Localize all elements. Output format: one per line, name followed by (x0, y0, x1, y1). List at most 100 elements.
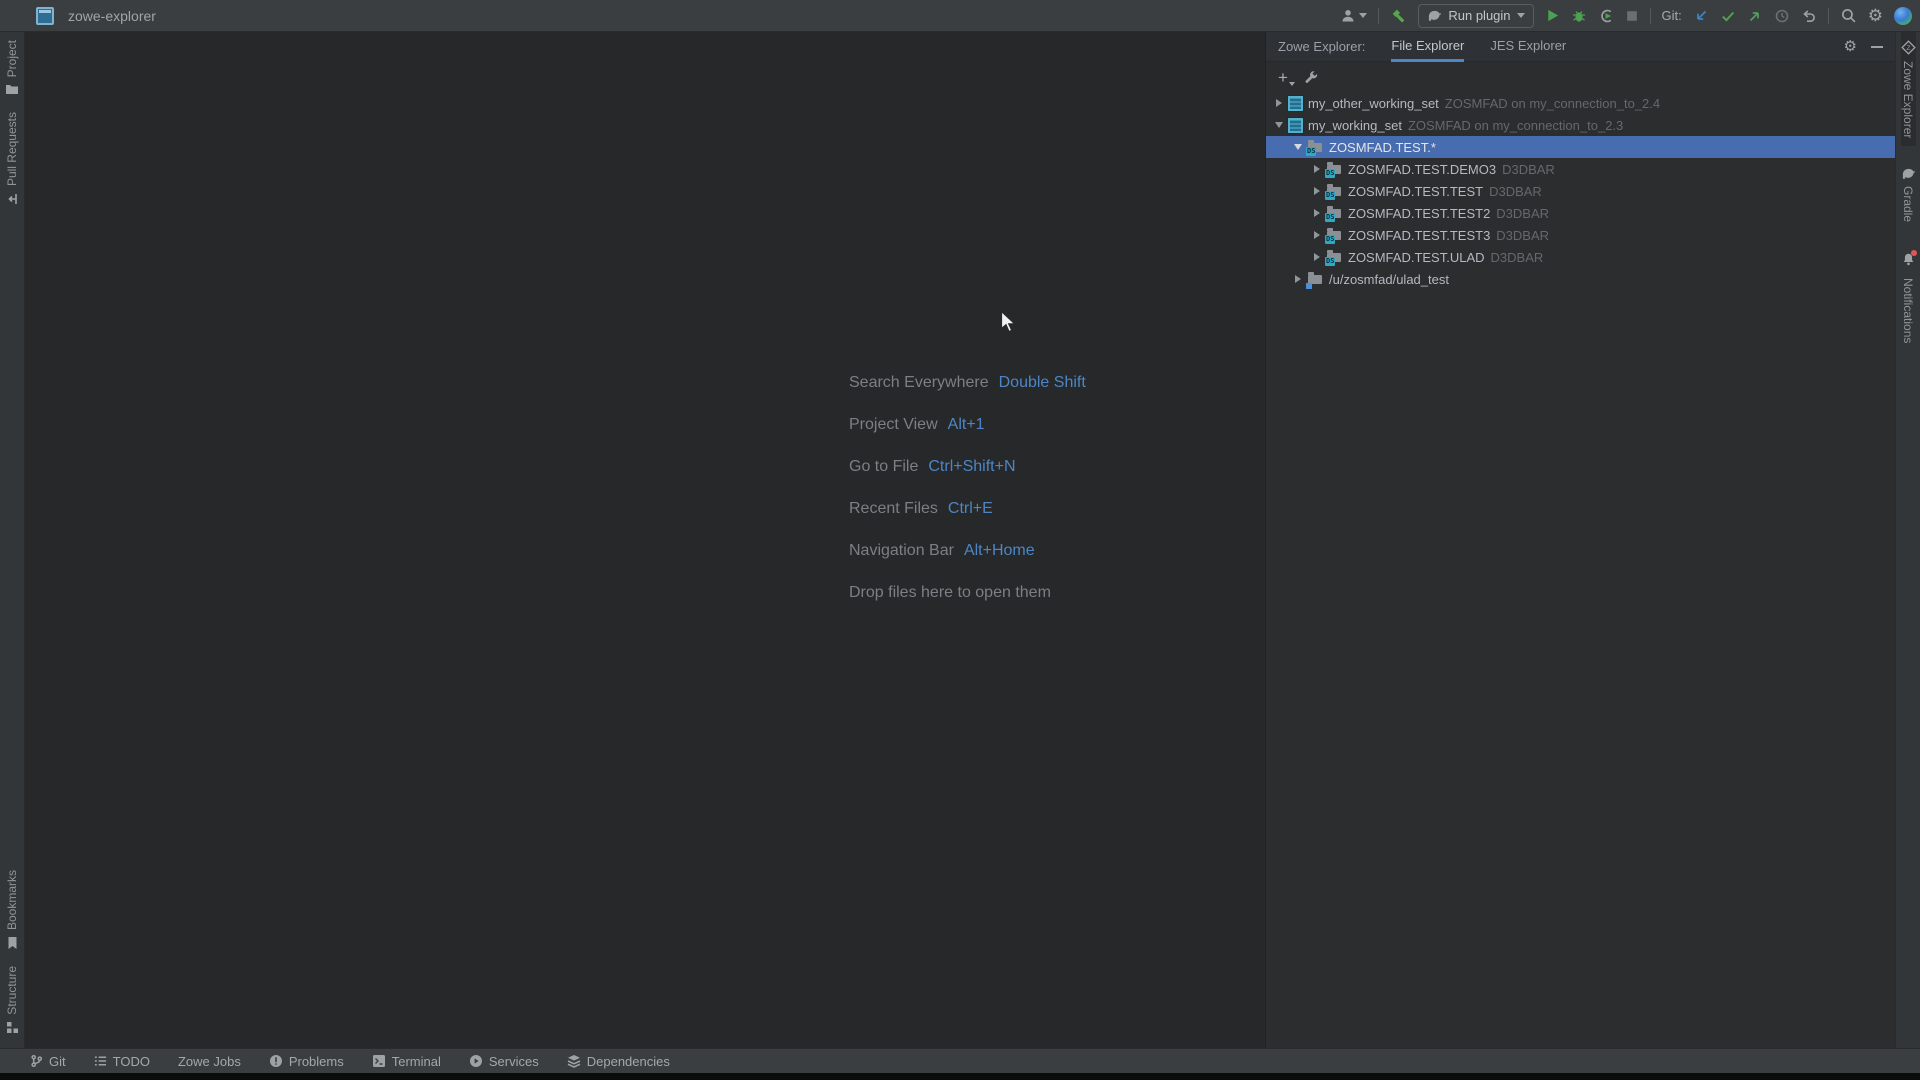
statusbar-item-git[interactable]: Git (30, 1054, 66, 1069)
hammer-icon (1390, 7, 1407, 24)
sidebar-item-structure[interactable]: Structure (5, 958, 19, 1042)
profile-avatar[interactable] (1894, 7, 1912, 25)
tree-item-dataset-mask[interactable]: DS ZOSMFAD.TEST.* (1266, 136, 1895, 158)
hide-tool-window-button[interactable] (1871, 46, 1883, 48)
sidebar-item-project[interactable]: Project (5, 32, 19, 104)
dataset-icon: DS (1326, 249, 1343, 265)
tab-file-explorer[interactable]: File Explorer (1391, 32, 1464, 62)
uss-folder-icon (1307, 271, 1324, 287)
statusbar-label: Git (49, 1054, 66, 1069)
git-update-button[interactable] (1693, 8, 1709, 24)
wrench-icon[interactable] (1304, 70, 1319, 85)
tree-item-detail: D3DBAR (1491, 250, 1544, 265)
push-arrow-icon (1747, 8, 1763, 24)
shortcut-hints: Search Everywhere Double Shift Project V… (849, 374, 1086, 604)
chevron-right-icon[interactable] (1311, 187, 1323, 195)
structure-tab-label: Structure (5, 966, 19, 1015)
chevron-right-icon[interactable] (1311, 231, 1323, 239)
tree-item-dataset[interactable]: DS ZOSMFAD.TEST.TEST D3DBAR (1266, 180, 1895, 202)
chevron-right-icon[interactable] (1292, 275, 1304, 283)
git-commit-button[interactable] (1720, 8, 1736, 24)
tree-item-name: ZOSMFAD.TEST.ULAD (1348, 250, 1485, 265)
tool-window-settings-button[interactable]: ⚙ (1844, 39, 1857, 54)
tree-item-detail: D3DBAR (1496, 206, 1549, 221)
tree-item-detail: D3DBAR (1489, 184, 1542, 199)
statusbar-item-zowe-jobs[interactable]: Zowe Jobs (178, 1054, 241, 1069)
sidebar-item-zowe-explorer[interactable]: Z Zowe Explorer (1901, 32, 1916, 146)
statusbar-item-dependencies[interactable]: Dependencies (567, 1054, 670, 1069)
tree-item-dataset[interactable]: DS ZOSMFAD.TEST.TEST2 D3DBAR (1266, 202, 1895, 224)
sidebar-item-pull-requests[interactable]: Pull Requests (5, 104, 19, 214)
tree-item-dataset[interactable]: DS ZOSMFAD.TEST.TEST3 D3DBAR (1266, 224, 1895, 246)
file-explorer-tree: my_other_working_set ZOSMFAD on my_conne… (1266, 92, 1895, 290)
tree-item-name: ZOSMFAD.TEST.* (1329, 140, 1436, 155)
commit-check-icon (1720, 8, 1736, 24)
statusbar-label: Terminal (392, 1054, 441, 1069)
tab-jes-explorer[interactable]: JES Explorer (1490, 32, 1566, 62)
tree-item-working-set[interactable]: my_other_working_set ZOSMFAD on my_conne… (1266, 92, 1895, 114)
ide-window: zowe-explorer Run plugin (0, 0, 1920, 1080)
structure-icon (6, 1021, 19, 1034)
tree-item-detail: ZOSMFAD on my_connection_to_2.3 (1408, 118, 1623, 133)
drop-hint-label: Drop files here to open them (849, 584, 1051, 604)
run-button[interactable] (1545, 8, 1560, 23)
search-everywhere-button[interactable] (1840, 7, 1857, 24)
statusbar-item-problems[interactable]: Problems (269, 1054, 344, 1069)
dataset-icon: DS (1326, 161, 1343, 177)
settings-button[interactable]: ⚙ (1868, 7, 1883, 24)
bell-badge (1901, 252, 1916, 272)
toolbar-separator (1378, 8, 1379, 24)
notification-dot (1911, 250, 1917, 256)
tree-item-name: ZOSMFAD.TEST.TEST3 (1348, 228, 1490, 243)
pull-request-icon (5, 192, 19, 206)
right-tool-stripe: Z Zowe Explorer Gradle Notifications (1895, 32, 1920, 1048)
git-branch-icon (30, 1054, 43, 1068)
notifications-tab-label: Notifications (1901, 278, 1915, 343)
dataset-icon: DS (1307, 139, 1324, 155)
history-button[interactable] (1774, 8, 1790, 24)
git-push-button[interactable] (1747, 8, 1763, 24)
add-profile-button[interactable]: + (1278, 69, 1288, 86)
chevron-down-icon[interactable] (1273, 122, 1285, 128)
profiler-button[interactable] (1598, 8, 1614, 24)
sidebar-item-bookmarks[interactable]: Bookmarks (5, 862, 19, 958)
tree-item-name: my_other_working_set (1308, 96, 1439, 111)
stop-button[interactable] (1625, 9, 1639, 23)
bug-icon (1571, 8, 1587, 24)
todo-list-icon (94, 1055, 107, 1067)
folder-icon (5, 83, 19, 96)
tree-item-name: ZOSMFAD.TEST.TEST2 (1348, 206, 1490, 221)
sidebar-item-gradle[interactable]: Gradle (1901, 160, 1916, 230)
chevron-right-icon[interactable] (1311, 253, 1323, 261)
statusbar-item-terminal[interactable]: Terminal (372, 1054, 441, 1069)
hint-shortcut: Alt+1 (948, 416, 985, 436)
chevron-right-icon[interactable] (1311, 165, 1323, 173)
chevron-right-icon[interactable] (1273, 99, 1285, 107)
status-bar: Git TODO Zowe Jobs Problems Terminal (0, 1048, 1920, 1073)
tree-item-working-set[interactable]: my_working_set ZOSMFAD on my_connection_… (1266, 114, 1895, 136)
chevron-down-icon (1359, 13, 1367, 18)
build-project-button[interactable] (1390, 7, 1407, 24)
run-configuration-select[interactable]: Run plugin (1418, 4, 1533, 28)
tree-item-detail: D3DBAR (1496, 228, 1549, 243)
hint-navigation-bar: Navigation Bar Alt+Home (849, 542, 1086, 562)
working-set-icon (1288, 96, 1303, 111)
bottom-edge (0, 1073, 1920, 1080)
hint-label: Project View (849, 416, 938, 436)
rollback-button[interactable] (1801, 8, 1817, 24)
chevron-down-icon[interactable] (1292, 144, 1304, 150)
hint-go-to-file: Go to File Ctrl+Shift+N (849, 458, 1086, 478)
chevron-right-icon[interactable] (1311, 209, 1323, 217)
zowe-explorer-tab-label: Zowe Explorer (1901, 61, 1915, 138)
tree-item-dataset[interactable]: DS ZOSMFAD.TEST.ULAD D3DBAR (1266, 246, 1895, 268)
tree-item-name: ZOSMFAD.TEST.DEMO3 (1348, 162, 1496, 177)
statusbar-item-todo[interactable]: TODO (94, 1054, 150, 1069)
project-tab-label: Project (5, 40, 19, 77)
tree-item-uss-folder[interactable]: /u/zosmfad/ulad_test (1266, 268, 1895, 290)
sidebar-item-notifications[interactable]: Notifications (1901, 244, 1916, 351)
tree-item-dataset[interactable]: DS ZOSMFAD.TEST.DEMO3 D3DBAR (1266, 158, 1895, 180)
code-with-me-button[interactable] (1340, 8, 1367, 24)
debug-button[interactable] (1571, 8, 1587, 24)
statusbar-item-services[interactable]: Services (469, 1054, 539, 1069)
hint-label: Go to File (849, 458, 918, 478)
